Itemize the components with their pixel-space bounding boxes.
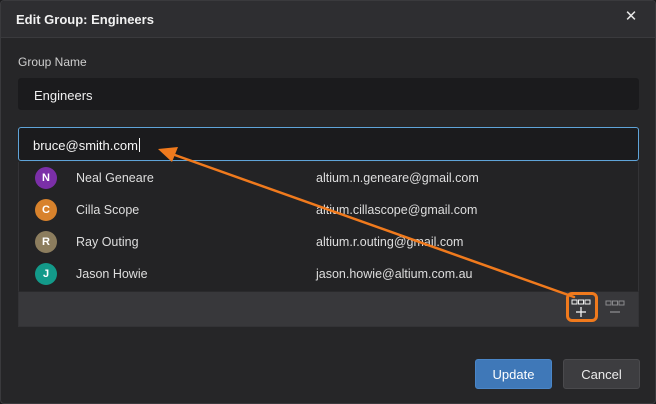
annotation-highlight-box [566,292,598,322]
list-item[interactable]: N Neal Geneare altium.n.geneare@gmail.co… [19,162,638,194]
avatar: N [35,167,57,189]
close-icon[interactable]: ✕ [623,9,639,25]
list-item[interactable]: J Jason Howie jason.howie@altium.com.au [19,258,638,290]
list-item[interactable]: C Cilla Scope altium.cillascope@gmail.co… [19,194,638,226]
cancel-button[interactable]: Cancel [563,359,640,389]
member-name: Ray Outing [76,235,139,249]
avatar: R [35,231,57,253]
dialog-titlebar: Edit Group: Engineers ✕ [1,1,655,38]
edit-group-dialog: Edit Group: Engineers ✕ Group Name Engin… [0,0,656,404]
dialog-title: Edit Group: Engineers [16,12,154,27]
update-button[interactable]: Update [475,359,552,389]
member-email-input[interactable]: bruce@smith.com [18,127,639,161]
member-email: jason.howie@altium.com.au [316,267,473,281]
text-caret [138,138,140,152]
avatar: C [35,199,57,221]
member-list: N Neal Geneare altium.n.geneare@gmail.co… [18,162,639,292]
member-email: altium.n.geneare@gmail.com [316,171,479,185]
remove-row-icon [605,300,625,313]
member-name: Cilla Scope [76,203,140,217]
member-email-value: bruce@smith.com [33,138,138,153]
group-name-value: Engineers [34,88,93,103]
list-item[interactable]: R Ray Outing altium.r.outing@gmail.com [19,226,638,258]
member-name: Jason Howie [76,267,148,281]
member-list-toolbar [18,291,639,327]
member-name: Neal Geneare [76,171,154,185]
avatar: J [35,263,57,285]
group-name-label: Group Name [18,55,87,69]
group-name-field[interactable]: Engineers [18,78,639,110]
remove-member-button[interactable] [603,297,627,321]
member-email: altium.cillascope@gmail.com [316,203,478,217]
member-email: altium.r.outing@gmail.com [316,235,464,249]
